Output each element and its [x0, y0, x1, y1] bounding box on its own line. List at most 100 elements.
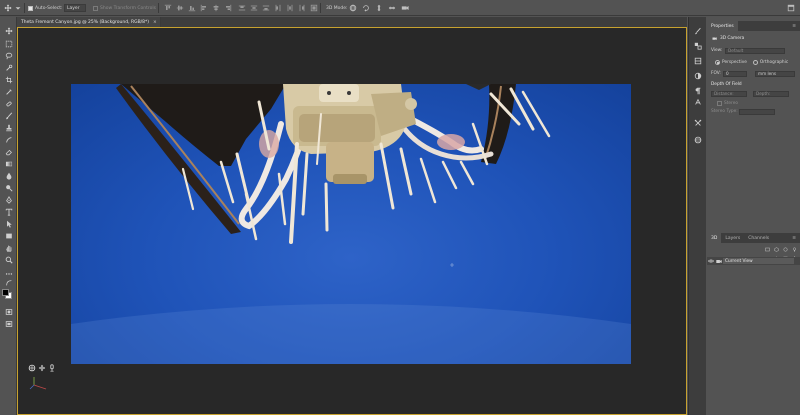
- rectangle-tool-button[interactable]: [3, 231, 14, 241]
- orbit-3d-camera-icon[interactable]: [348, 4, 357, 13]
- pan-3d-camera-icon[interactable]: [374, 4, 383, 13]
- brush-tool-button[interactable]: [3, 111, 14, 121]
- depth-slider[interactable]: Depth:: [753, 90, 789, 97]
- character-icon: [695, 98, 701, 105]
- auto-select-target-dropdown[interactable]: Layer: [64, 3, 86, 13]
- stereo-checkbox[interactable]: [717, 101, 722, 106]
- pen-tool-button[interactable]: [3, 195, 14, 205]
- lasso-tool-button[interactable]: [3, 51, 14, 61]
- perspective-radio[interactable]: [715, 60, 720, 65]
- move-tool-icon[interactable]: [3, 3, 12, 12]
- align-left-icon[interactable]: [199, 4, 208, 13]
- foreground-color-swatch[interactable]: [2, 289, 9, 296]
- path-selection-tool-button[interactable]: [3, 219, 14, 229]
- distance-slider[interactable]: Distance:: [711, 90, 747, 97]
- auto-select-checkbox[interactable]: Auto-Select:: [28, 3, 63, 13]
- quick-mask-button[interactable]: [3, 307, 14, 317]
- character-panel-button[interactable]: [693, 97, 703, 107]
- distribute-left-icon[interactable]: [273, 4, 282, 13]
- hand-tool-button[interactable]: [3, 243, 14, 253]
- visibility-eye-icon[interactable]: [707, 259, 715, 263]
- healing-brush-tool-button[interactable]: [3, 99, 14, 109]
- stereo-type-dropdown[interactable]: [739, 108, 775, 115]
- show-transform-controls-label: Show Transform Controls: [100, 5, 156, 11]
- 3d-axis-widget[interactable]: [28, 364, 58, 396]
- distribute-hcenter-icon[interactable]: [285, 4, 294, 13]
- tab-3d[interactable]: 3D: [707, 233, 722, 243]
- workspace-switcher-icon[interactable]: [786, 3, 795, 12]
- close-document-icon[interactable]: ×: [153, 20, 157, 25]
- fov-input[interactable]: 0: [723, 70, 747, 77]
- zoom-widget-icon[interactable]: [48, 364, 56, 372]
- eyedropper-tool-button[interactable]: [3, 87, 14, 97]
- eraser-tool-button[interactable]: [3, 147, 14, 157]
- filter-whole-scene-icon[interactable]: [764, 247, 770, 253]
- filter-materials-icon[interactable]: [782, 247, 788, 253]
- orthographic-radio[interactable]: [752, 60, 758, 65]
- auto-select-check-box[interactable]: [28, 5, 33, 11]
- history-panel-button[interactable]: [693, 26, 703, 36]
- crop-tool-button[interactable]: [3, 75, 14, 85]
- fov-row: FOV: 0 mm lens: [711, 70, 797, 77]
- distribute-bottom-icon[interactable]: [261, 4, 270, 13]
- align-vertical-center-icon[interactable]: [175, 4, 184, 13]
- blur-tool-button[interactable]: [3, 171, 14, 181]
- image-canvas[interactable]: [71, 84, 631, 364]
- marquee-tool-button[interactable]: [3, 39, 14, 49]
- move-tool-button[interactable]: [3, 26, 14, 36]
- tab-channels[interactable]: Channels: [744, 233, 773, 243]
- align-right-icon[interactable]: [223, 4, 232, 13]
- distribute-right-icon[interactable]: [297, 4, 306, 13]
- distribute-vcenter-icon[interactable]: [249, 4, 258, 13]
- blur-drop-icon: [6, 172, 11, 180]
- styles-panel-button[interactable]: [693, 86, 703, 96]
- 3d-sphere-icon: [694, 136, 702, 144]
- drone-photo: [71, 84, 631, 364]
- properties-menu-icon[interactable]: ≡: [788, 21, 800, 31]
- distribute-buttons-group: [237, 3, 318, 13]
- screen-mode-button[interactable]: [3, 319, 14, 329]
- adjustments-panel-button[interactable]: [693, 71, 703, 81]
- layer-row-current-view[interactable]: Current View: [707, 257, 800, 265]
- quick-selection-tool-button[interactable]: [3, 63, 14, 73]
- lens-unit-dropdown[interactable]: mm lens: [755, 70, 795, 77]
- swatches-panel-button[interactable]: [693, 41, 703, 51]
- orbit-widget-icon[interactable]: [28, 364, 36, 372]
- filter-meshes-icon[interactable]: [773, 247, 779, 253]
- layers-menu-icon[interactable]: ≡: [788, 233, 800, 243]
- gradient-tool-button[interactable]: [3, 159, 14, 169]
- quick-mask-icon: [5, 309, 12, 315]
- libraries-panel-button[interactable]: [693, 56, 703, 66]
- perspective-label: Perspective: [722, 60, 747, 65]
- auto-align-layers-icon[interactable]: [309, 4, 318, 13]
- view-dropdown[interactable]: Default: [725, 47, 785, 54]
- align-top-icon[interactable]: [163, 4, 172, 13]
- distribute-top-icon[interactable]: [237, 4, 246, 13]
- swap-colors-button[interactable]: [3, 280, 14, 286]
- document-workspace[interactable]: [17, 27, 687, 415]
- tools-options-panel-button[interactable]: [693, 118, 703, 128]
- roll-3d-camera-icon[interactable]: [361, 4, 370, 13]
- slide-3d-camera-icon[interactable]: [387, 4, 396, 13]
- tool-preset-dropdown-icon[interactable]: [13, 3, 22, 12]
- document-tab[interactable]: Theta Fremont Canyon.jpg @ 25% (Backgrou…: [17, 17, 161, 27]
- type-tool-button[interactable]: [3, 207, 14, 217]
- align-horizontal-center-icon[interactable]: [211, 4, 220, 13]
- clone-stamp-tool-button[interactable]: [3, 123, 14, 133]
- properties-section-title: 3D Camera: [720, 36, 745, 41]
- zoom-tool-button[interactable]: [3, 255, 14, 265]
- 3d-panel-button[interactable]: [693, 135, 703, 145]
- tab-layers[interactable]: Layers: [721, 233, 744, 243]
- pan-widget-icon[interactable]: [38, 364, 46, 372]
- zoom-3d-camera-icon[interactable]: [400, 4, 409, 13]
- dodge-tool-button[interactable]: [3, 183, 14, 193]
- filter-lights-icon[interactable]: [791, 247, 797, 253]
- tab-properties[interactable]: Properties: [707, 21, 738, 31]
- edit-toolbar-button[interactable]: [3, 269, 14, 279]
- auto-select-target-value[interactable]: Layer: [64, 4, 86, 12]
- show-transform-check-box[interactable]: [93, 5, 98, 11]
- history-brush-tool-button[interactable]: [3, 135, 14, 145]
- fov-label: FOV:: [711, 71, 721, 76]
- show-transform-controls-checkbox[interactable]: Show Transform Controls: [93, 3, 156, 13]
- align-bottom-icon[interactable]: [187, 4, 196, 13]
